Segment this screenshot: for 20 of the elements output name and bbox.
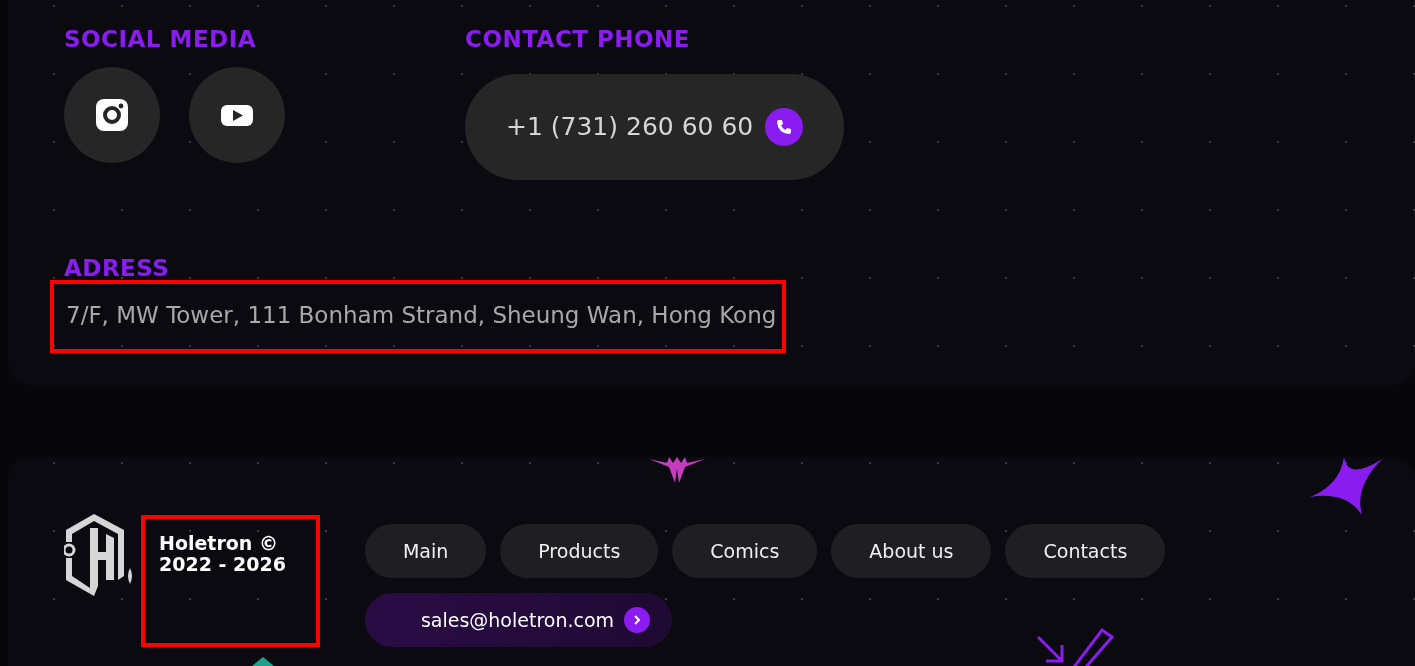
logo-icon — [64, 514, 134, 596]
section-heading: ADRESS — [64, 257, 171, 280]
section-heading: SOCIAL MEDIA — [64, 28, 258, 51]
copyright-text: Holetron © 2022 - 2026 — [141, 515, 320, 647]
arrow-pencil-icon — [1034, 627, 1114, 666]
sparkle-icon — [1310, 457, 1384, 517]
nav-link[interactable]: Products — [500, 524, 659, 578]
chevron-icon — [624, 607, 651, 633]
starburst-icon — [649, 457, 705, 485]
nav-link[interactable]: Comics — [672, 524, 818, 578]
instagram-icon — [95, 98, 129, 132]
nav-link[interactable]: Main — [364, 524, 487, 578]
section-heading: CONTACT PHONE — [465, 28, 692, 51]
email-button[interactable]: sales@holetron.com — [364, 593, 673, 647]
phone-icon — [765, 108, 804, 146]
nav-link[interactable]: Contacts — [1005, 524, 1166, 578]
address-text: 7/F, MW Tower, 111 Bonham Strand, Sheung Wan, Hong Kong — [50, 280, 787, 353]
triangle-icon — [252, 657, 274, 666]
nav-link[interactable]: About us — [831, 524, 992, 578]
phone-button[interactable]: +1 (731) 260 60 60 — [465, 74, 845, 180]
